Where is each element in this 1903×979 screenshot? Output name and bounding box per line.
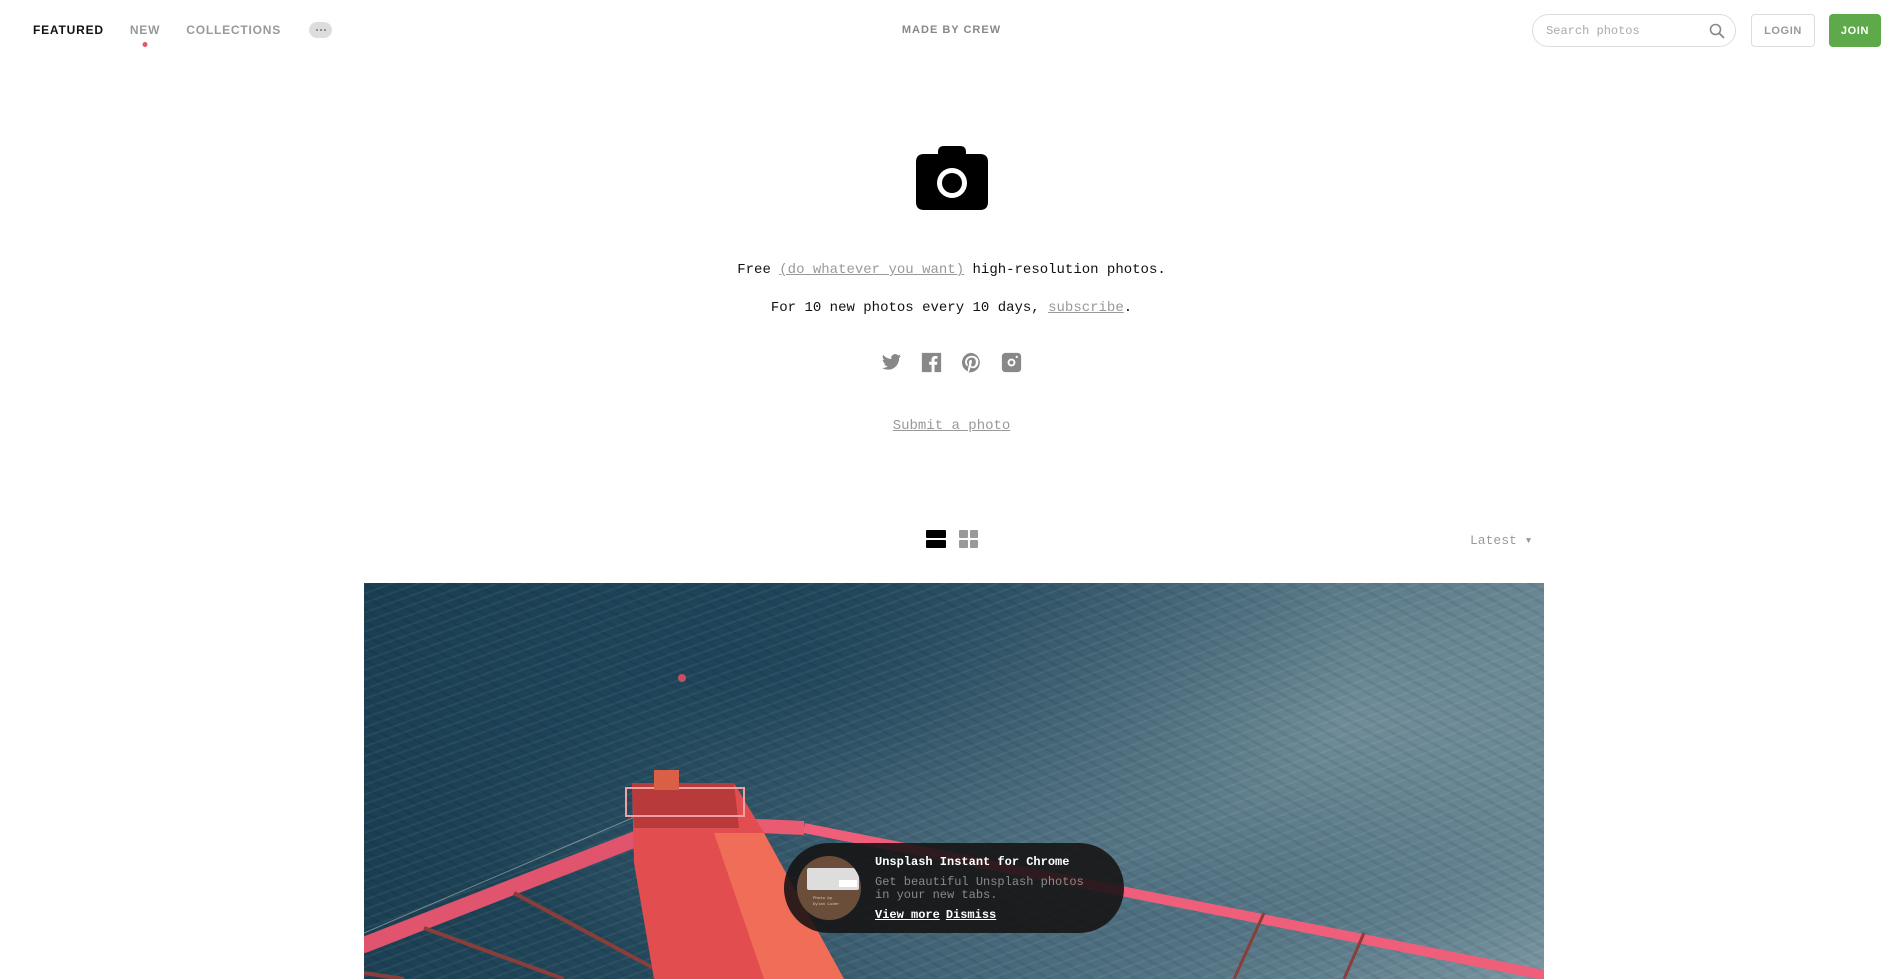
grid-cell: [959, 530, 968, 538]
search-icon[interactable]: [1709, 23, 1725, 39]
promo-text: Unsplash Instant for Chrome Get beautifu…: [875, 855, 1095, 922]
grid-view-icon[interactable]: [959, 530, 978, 548]
view-toggle: [926, 530, 978, 548]
tagline-suffix: high-resolution photos.: [964, 262, 1166, 278]
nav-right: LOGIN JOIN: [1532, 14, 1881, 47]
join-button[interactable]: JOIN: [1828, 14, 1881, 47]
subscribe-line: For 10 new photos every 10 days, subscri…: [0, 300, 1903, 316]
search-box: [1532, 14, 1737, 47]
grid-cell: [969, 540, 978, 548]
social-links: [0, 352, 1903, 373]
grid-cell: [969, 530, 978, 538]
pinterest-icon[interactable]: [961, 352, 982, 373]
twitter-icon[interactable]: [881, 352, 902, 373]
promo-links: View more Dismiss: [875, 908, 1095, 922]
list-bar: [926, 530, 946, 538]
facebook-icon[interactable]: [921, 352, 942, 373]
camera-icon: [915, 146, 988, 210]
license-link[interactable]: (do whatever you want): [779, 262, 964, 278]
promo-thumbnail: Photo by Dylan Luder: [797, 856, 861, 920]
submit-photo-link[interactable]: Submit a photo: [893, 418, 1011, 434]
view-more-link[interactable]: View more: [875, 908, 940, 922]
new-indicator-dot: [142, 42, 148, 47]
hero: Free (do whatever you want) high-resolut…: [0, 146, 1903, 434]
sort-dropdown[interactable]: Latest ▾: [1470, 533, 1532, 548]
search-input[interactable]: [1546, 23, 1710, 38]
promo-title: Unsplash Instant for Chrome: [875, 854, 1070, 869]
submit-photo: Submit a photo: [0, 418, 1903, 434]
thumb-caption-line-2: Dylan Luder: [813, 903, 840, 907]
list-bar: [926, 540, 946, 548]
instagram-icon[interactable]: [1001, 352, 1022, 373]
dismiss-link[interactable]: Dismiss: [946, 908, 996, 922]
subscribe-link[interactable]: subscribe: [1048, 300, 1124, 316]
login-button[interactable]: LOGIN: [1751, 14, 1815, 47]
subscribe-suffix: .: [1123, 300, 1133, 316]
browser-window-illustration: [807, 868, 859, 890]
tagline-prefix: Free: [737, 262, 780, 278]
subscribe-prefix: For 10 new photos every 10 days,: [770, 300, 1049, 316]
chrome-extension-promo: Photo by Dylan Luder Unsplash Instant fo…: [784, 843, 1124, 933]
tagline: Free (do whatever you want) high-resolut…: [0, 262, 1903, 278]
grid-cell: [959, 540, 968, 548]
promo-description: Get beautiful Unsplash photos in your ne…: [875, 874, 1084, 902]
promo-thumb-caption: Photo by Dylan Luder: [813, 896, 839, 908]
list-view-icon[interactable]: [926, 530, 946, 548]
